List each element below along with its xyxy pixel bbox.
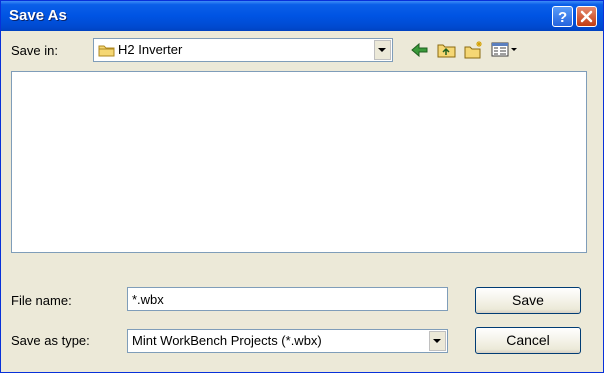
new-folder-icon [464, 41, 482, 59]
save-as-dialog: Save As ? Save in: H2 Inverter File name… [0, 0, 604, 373]
save-as-type-value: Mint WorkBench Projects (*.wbx) [132, 333, 322, 348]
new-folder-button[interactable] [463, 40, 485, 60]
folder-icon [98, 45, 115, 57]
help-button[interactable]: ? [552, 6, 573, 27]
title-bar[interactable]: Save As ? [1, 1, 603, 31]
save-in-label: Save in: [11, 43, 58, 58]
save-button[interactable]: Save [475, 287, 581, 314]
file-name-label: File name: [11, 293, 72, 308]
save-in-dropdown-arrow[interactable] [374, 40, 391, 60]
up-folder-icon [437, 44, 456, 58]
svg-text:?: ? [558, 9, 567, 26]
cancel-button[interactable]: Cancel [475, 327, 581, 354]
save-as-type-dropdown[interactable]: Mint WorkBench Projects (*.wbx) [127, 329, 448, 353]
close-button[interactable] [576, 6, 597, 27]
save-in-dropdown[interactable]: H2 Inverter [93, 38, 393, 62]
chevron-down-icon [378, 48, 386, 52]
chevron-down-icon [433, 339, 441, 343]
window-title: Save As [9, 7, 67, 24]
views-menu-icon [491, 42, 517, 57]
back-button[interactable] [409, 40, 431, 60]
close-icon [580, 10, 593, 23]
back-arrow-icon [411, 42, 428, 58]
help-icon: ? [558, 9, 567, 26]
up-folder-button[interactable] [436, 40, 458, 60]
file-name-input[interactable] [127, 287, 448, 311]
current-folder-name: H2 Inverter [118, 42, 183, 57]
save-as-type-dropdown-arrow[interactable] [429, 331, 446, 351]
views-menu-button[interactable] [490, 40, 520, 60]
file-list-area[interactable] [11, 71, 587, 253]
save-as-type-label: Save as type: [11, 333, 90, 348]
